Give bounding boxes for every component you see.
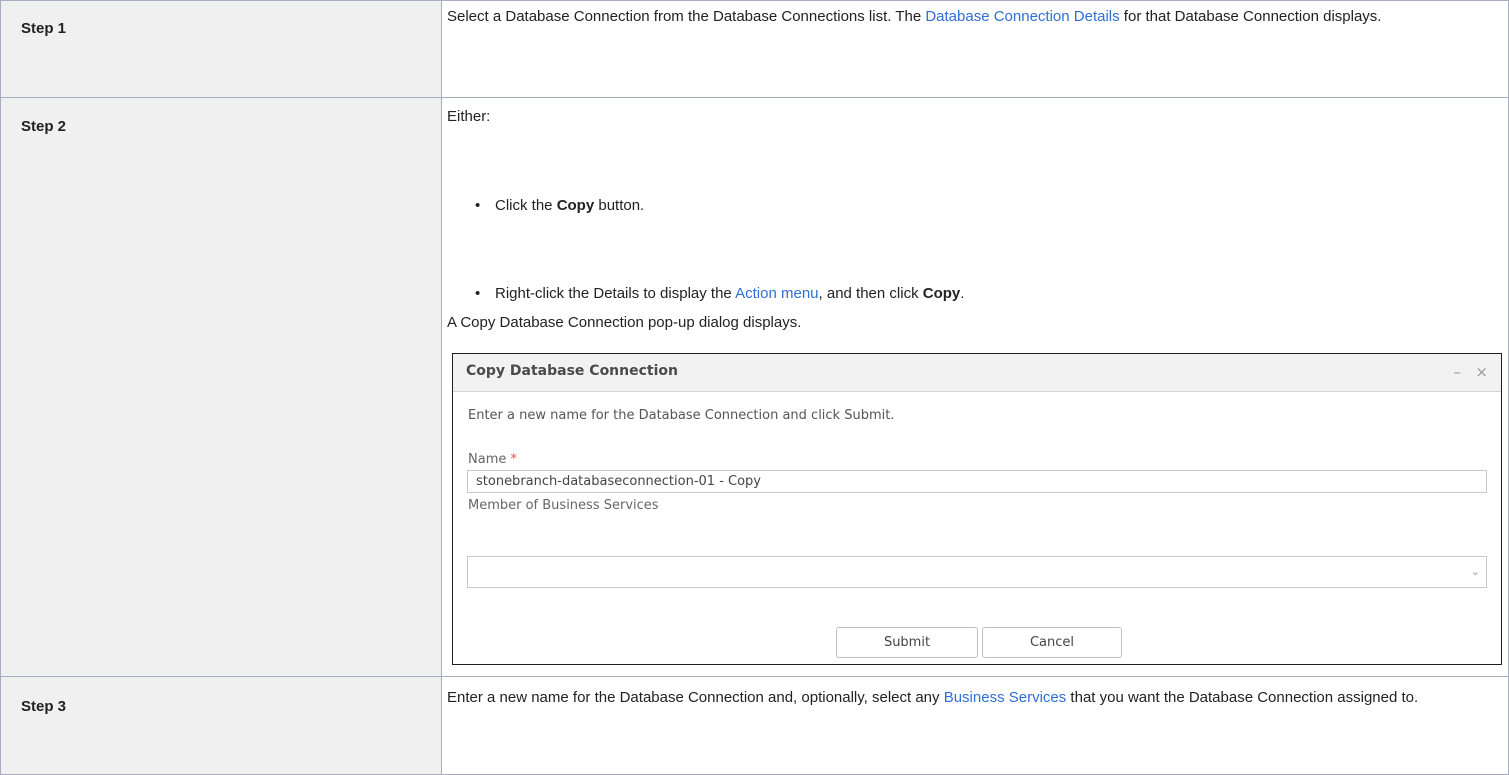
action-menu-link[interactable]: Action menu (735, 285, 818, 302)
dialog-header: Copy Database Connection – × (453, 354, 1501, 392)
list-item: • Click the Copy button. (442, 194, 1508, 217)
dialog-instruction: Enter a new name for the Database Connec… (468, 408, 895, 423)
submit-button[interactable]: Submit (836, 627, 978, 658)
step-body-cell: Enter a new name for the Database Connec… (441, 676, 1509, 775)
name-field-label: Name * (468, 452, 517, 467)
step-label: Step 1 (21, 20, 67, 37)
step-2-result: A Copy Database Connection pop-up dialog… (447, 314, 802, 331)
business-services-select[interactable]: ⌄ (467, 556, 1487, 588)
name-input[interactable]: stonebranch-databaseconnection-01 - Copy (467, 470, 1487, 493)
step-label: Step 3 (21, 698, 67, 715)
step-label: Step 2 (21, 118, 67, 135)
step-row-3: Step 3 Enter a new name for the Database… (0, 676, 1509, 775)
database-connection-details-link[interactable]: Database Connection Details (925, 8, 1119, 25)
required-marker: * (510, 452, 518, 467)
minimize-icon[interactable]: – (1454, 363, 1462, 381)
bullet-icon: • (475, 285, 481, 302)
list-item: • Right-click the Details to display the … (442, 282, 1508, 305)
close-icon[interactable]: × (1475, 363, 1488, 381)
step-row-1: Step 1 Select a Database Connection from… (0, 0, 1509, 98)
business-services-link[interactable]: Business Services (944, 689, 1067, 706)
step-label-cell: Step 3 (0, 676, 442, 775)
chevron-down-icon: ⌄ (1470, 565, 1480, 578)
cancel-button[interactable]: Cancel (982, 627, 1122, 658)
dialog-title: Copy Database Connection (466, 363, 678, 379)
bullet-icon: • (475, 197, 481, 214)
step-body-cell: Select a Database Connection from the Da… (441, 0, 1509, 98)
copy-database-connection-dialog: Copy Database Connection – × Enter a new… (452, 353, 1502, 665)
business-services-label: Member of Business Services (468, 498, 659, 513)
step-label-cell: Step 1 (0, 0, 442, 98)
step-2-intro: Either: (447, 108, 491, 125)
step-1-description: Select a Database Connection from the Da… (447, 8, 1382, 25)
step-3-description: Enter a new name for the Database Connec… (447, 689, 1419, 706)
step-label-cell: Step 2 (0, 97, 442, 677)
